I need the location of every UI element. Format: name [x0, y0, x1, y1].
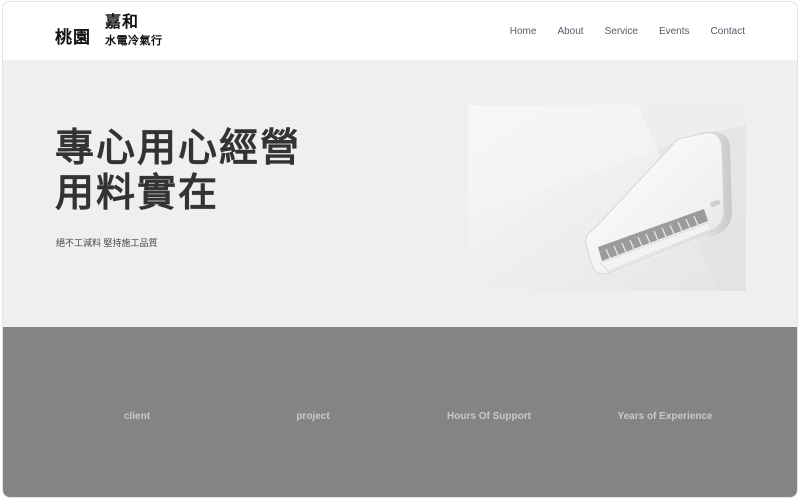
nav-events[interactable]: Events [659, 26, 690, 37]
main-nav: Home About Service Events Contact [489, 2, 745, 60]
air-conditioner-image [468, 105, 746, 291]
nav-contact[interactable]: Contact [711, 26, 745, 37]
brand-subtitle: 水電冷氣行 [105, 35, 163, 47]
nav-home[interactable]: Home [510, 26, 537, 37]
stat-years-of-experience: Years of Experience [617, 411, 713, 422]
hero-title-line1: 專心用心經營 [55, 127, 302, 170]
hero-title: 專心用心經營 用料實在 [55, 126, 301, 216]
brand-text: 嘉和 水電冷氣行 [105, 14, 163, 48]
brand-name: 嘉和 [105, 14, 140, 31]
site-header: 桃園 嘉和 水電冷氣行 Home About Service Events Co… [3, 2, 797, 61]
hero-section: 專心用心經營 用料實在 絕不工減料 堅持施工品質 [3, 60, 797, 327]
page-frame: 桃園 嘉和 水電冷氣行 Home About Service Events Co… [2, 1, 798, 498]
hero-subtitle: 絕不工減料 堅持施工品質 [56, 238, 158, 248]
air-conditioner-icon [468, 105, 746, 291]
brand-logo[interactable]: 桃園 嘉和 水電冷氣行 [55, 14, 163, 48]
nav-service[interactable]: Service [605, 26, 638, 37]
stat-hours-of-support: Hours Of Support [447, 411, 531, 422]
stats-section: client project Hours Of Support Years of… [3, 327, 797, 497]
brand-city: 桃園 [55, 28, 91, 47]
stat-project: project [296, 411, 330, 422]
stat-client: client [123, 411, 151, 422]
hero-title-line2: 用料實在 [55, 172, 220, 215]
nav-about[interactable]: About [557, 26, 583, 37]
